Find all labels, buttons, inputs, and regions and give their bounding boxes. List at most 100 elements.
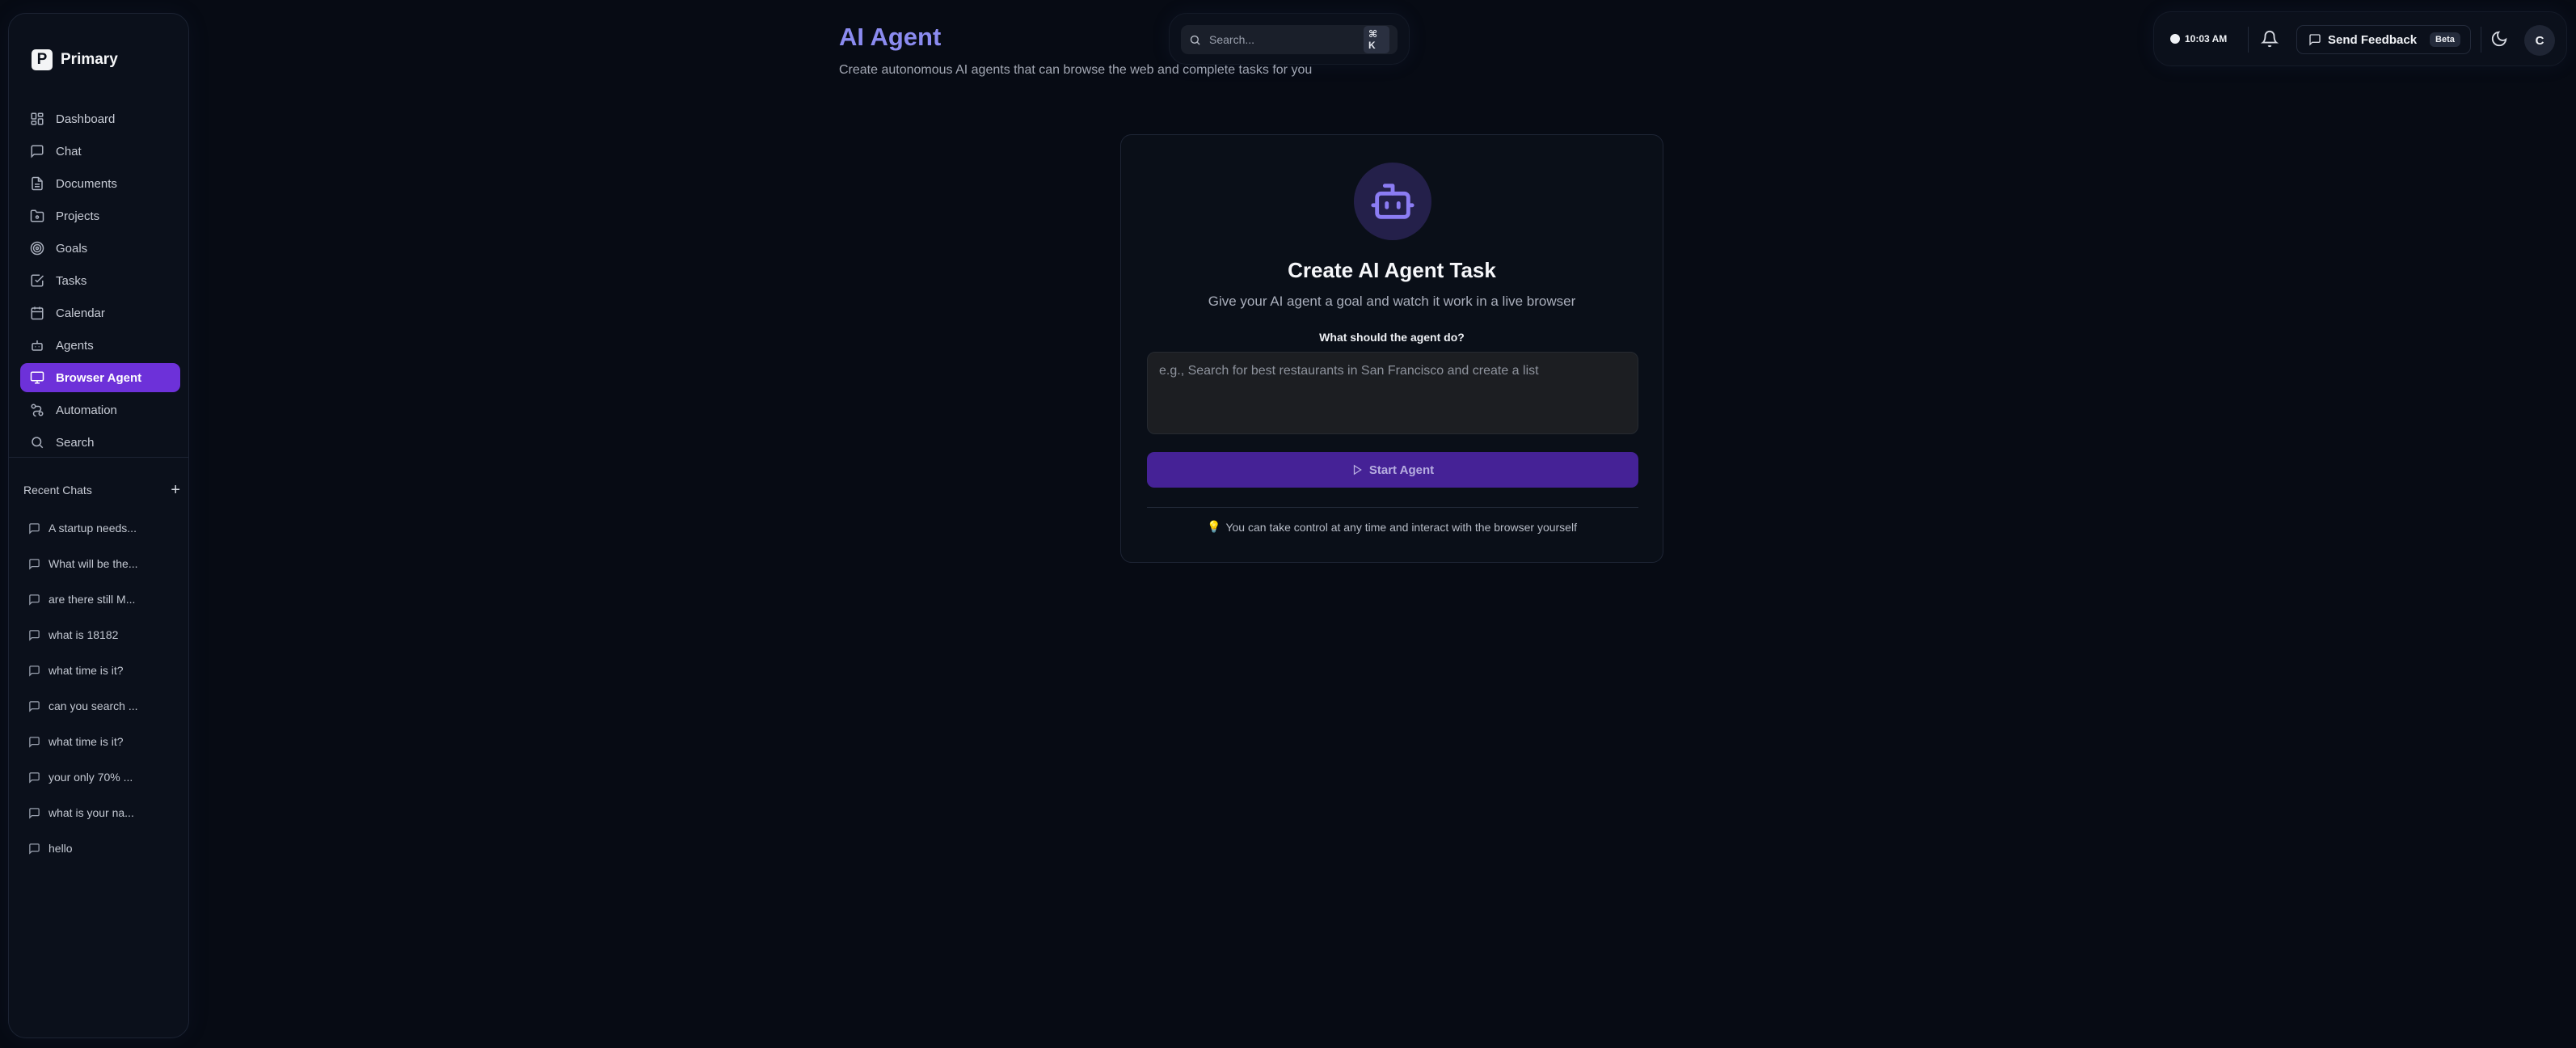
recent-chat-label: what time is it? <box>48 664 124 677</box>
document-icon <box>30 176 44 191</box>
recent-chat-item[interactable]: what time is it? <box>28 724 182 759</box>
recent-chats-header: Recent Chats + <box>23 478 180 502</box>
card-description: Give your AI agent a goal and watch it w… <box>1208 294 1576 309</box>
toolbar-divider <box>2248 27 2249 53</box>
search-input[interactable] <box>1209 33 1355 46</box>
add-chat-button[interactable]: + <box>171 482 180 498</box>
brand-logo-icon: P <box>32 49 53 70</box>
send-feedback-button[interactable]: Send Feedback Beta <box>2296 25 2471 54</box>
sidebar-item-label: Chat <box>56 144 82 158</box>
sidebar-item-projects[interactable]: Projects <box>20 201 180 230</box>
sidebar-item-label: Tasks <box>56 273 87 288</box>
play-icon <box>1351 464 1363 475</box>
recent-chat-item[interactable]: What will be the... <box>28 546 182 581</box>
recent-chat-item[interactable]: what is 18182 <box>28 617 182 653</box>
clock-icon <box>2170 34 2180 44</box>
brand[interactable]: P Primary <box>32 44 118 75</box>
task-input[interactable] <box>1147 352 1638 434</box>
sidebar-item-goals[interactable]: Goals <box>20 234 180 263</box>
chat-icon <box>28 594 40 606</box>
chat-icon <box>28 629 40 641</box>
page-subtitle: Create autonomous AI agents that can bro… <box>839 63 1313 77</box>
send-feedback-label: Send Feedback <box>2328 32 2418 47</box>
page-title: AI Agent <box>839 23 942 51</box>
recent-chat-item[interactable]: hello <box>28 830 182 866</box>
bot-icon <box>1369 178 1416 225</box>
sidebar-item-label: Dashboard <box>56 112 116 126</box>
sidebar: P Primary Dashboard Chat Documents Proje… <box>8 13 189 1038</box>
global-search: ⌘ K <box>1169 13 1410 65</box>
chat-icon <box>28 736 40 748</box>
top-toolbar: 10:03 AM Send Feedback Beta C <box>2153 11 2567 66</box>
sidebar-item-label: Projects <box>56 209 100 223</box>
recent-chat-label: what is 18182 <box>48 628 119 641</box>
monitor-icon <box>30 370 44 385</box>
search-icon <box>30 435 44 450</box>
sidebar-item-search[interactable]: Search <box>20 428 180 457</box>
recent-chat-label: your only 70% ... <box>48 771 133 784</box>
chat-icon <box>28 771 40 784</box>
lightbulb-icon: 💡 <box>1207 520 1221 533</box>
create-agent-card: Create AI Agent Task Give your AI agent … <box>1120 134 1663 563</box>
folder-icon <box>30 209 44 223</box>
sidebar-item-dashboard[interactable]: Dashboard <box>20 104 180 133</box>
recent-chat-label: A startup needs... <box>48 522 137 535</box>
recent-chat-item[interactable]: your only 70% ... <box>28 759 182 795</box>
start-agent-label: Start Agent <box>1368 463 1435 477</box>
sidebar-item-label: Automation <box>56 403 117 417</box>
recent-chat-label: what is your na... <box>48 806 134 819</box>
sidebar-item-label: Calendar <box>56 306 105 320</box>
beta-badge: Beta <box>2430 32 2460 47</box>
search-box[interactable]: ⌘ K <box>1181 25 1398 54</box>
tip-text: 💡 You can take control at any time and i… <box>1121 520 1663 534</box>
chat-icon <box>28 843 40 855</box>
recent-chat-label: hello <box>48 842 73 855</box>
sidebar-item-label: Browser Agent <box>56 370 142 385</box>
bot-avatar <box>1354 163 1431 240</box>
task-field-label: What should the agent do? <box>1319 331 1465 344</box>
clock-time: 10:03 AM <box>2185 33 2228 44</box>
sidebar-item-tasks[interactable]: Tasks <box>20 266 180 295</box>
sidebar-item-browser-agent[interactable]: Browser Agent <box>20 363 180 392</box>
sidebar-item-label: Search <box>56 435 95 450</box>
card-title: Create AI Agent Task <box>1288 258 1496 282</box>
recent-chat-item[interactable]: A startup needs... <box>28 510 182 546</box>
chat-icon <box>28 807 40 819</box>
chat-icon <box>28 700 40 712</box>
sidebar-item-label: Agents <box>56 338 94 353</box>
avatar[interactable]: C <box>2524 25 2555 56</box>
calendar-icon <box>30 306 44 320</box>
sidebar-item-documents[interactable]: Documents <box>20 169 180 198</box>
recent-chat-item[interactable]: are there still M... <box>28 581 182 617</box>
card-divider <box>1147 507 1638 508</box>
sidebar-item-automation[interactable]: Automation <box>20 395 180 425</box>
message-icon <box>2308 33 2321 46</box>
recent-chat-item[interactable]: what time is it? <box>28 653 182 688</box>
clock: 10:03 AM <box>2170 27 2227 51</box>
recent-chats-list: A startup needs... What will be the... a… <box>28 510 182 866</box>
sidebar-item-label: Goals <box>56 241 88 256</box>
start-agent-button[interactable]: Start Agent <box>1147 452 1638 488</box>
chat-icon <box>28 558 40 570</box>
search-icon <box>1189 34 1201 46</box>
chat-icon <box>28 522 40 535</box>
recent-chat-label: what time is it? <box>48 735 124 748</box>
recent-chat-item[interactable]: can you search ... <box>28 688 182 724</box>
tip-label: You can take control at any time and int… <box>1225 520 1577 534</box>
search-shortcut: ⌘ K <box>1364 26 1389 53</box>
recent-chats-title: Recent Chats <box>23 484 92 497</box>
sidebar-item-chat[interactable]: Chat <box>20 137 180 166</box>
bot-icon <box>30 338 44 353</box>
sidebar-item-calendar[interactable]: Calendar <box>20 298 180 328</box>
moon-icon[interactable] <box>2490 30 2508 48</box>
sidebar-item-agents[interactable]: Agents <box>20 331 180 360</box>
sidebar-item-label: Documents <box>56 176 117 191</box>
dashboard-icon <box>30 112 44 126</box>
sidebar-nav: Dashboard Chat Documents Projects Goals <box>20 104 180 460</box>
workflow-icon <box>30 403 44 417</box>
brand-name: Primary <box>61 51 118 68</box>
bell-icon[interactable] <box>2261 30 2279 48</box>
recent-chat-label: are there still M... <box>48 593 136 606</box>
chat-icon <box>30 144 44 158</box>
recent-chat-item[interactable]: what is your na... <box>28 795 182 830</box>
